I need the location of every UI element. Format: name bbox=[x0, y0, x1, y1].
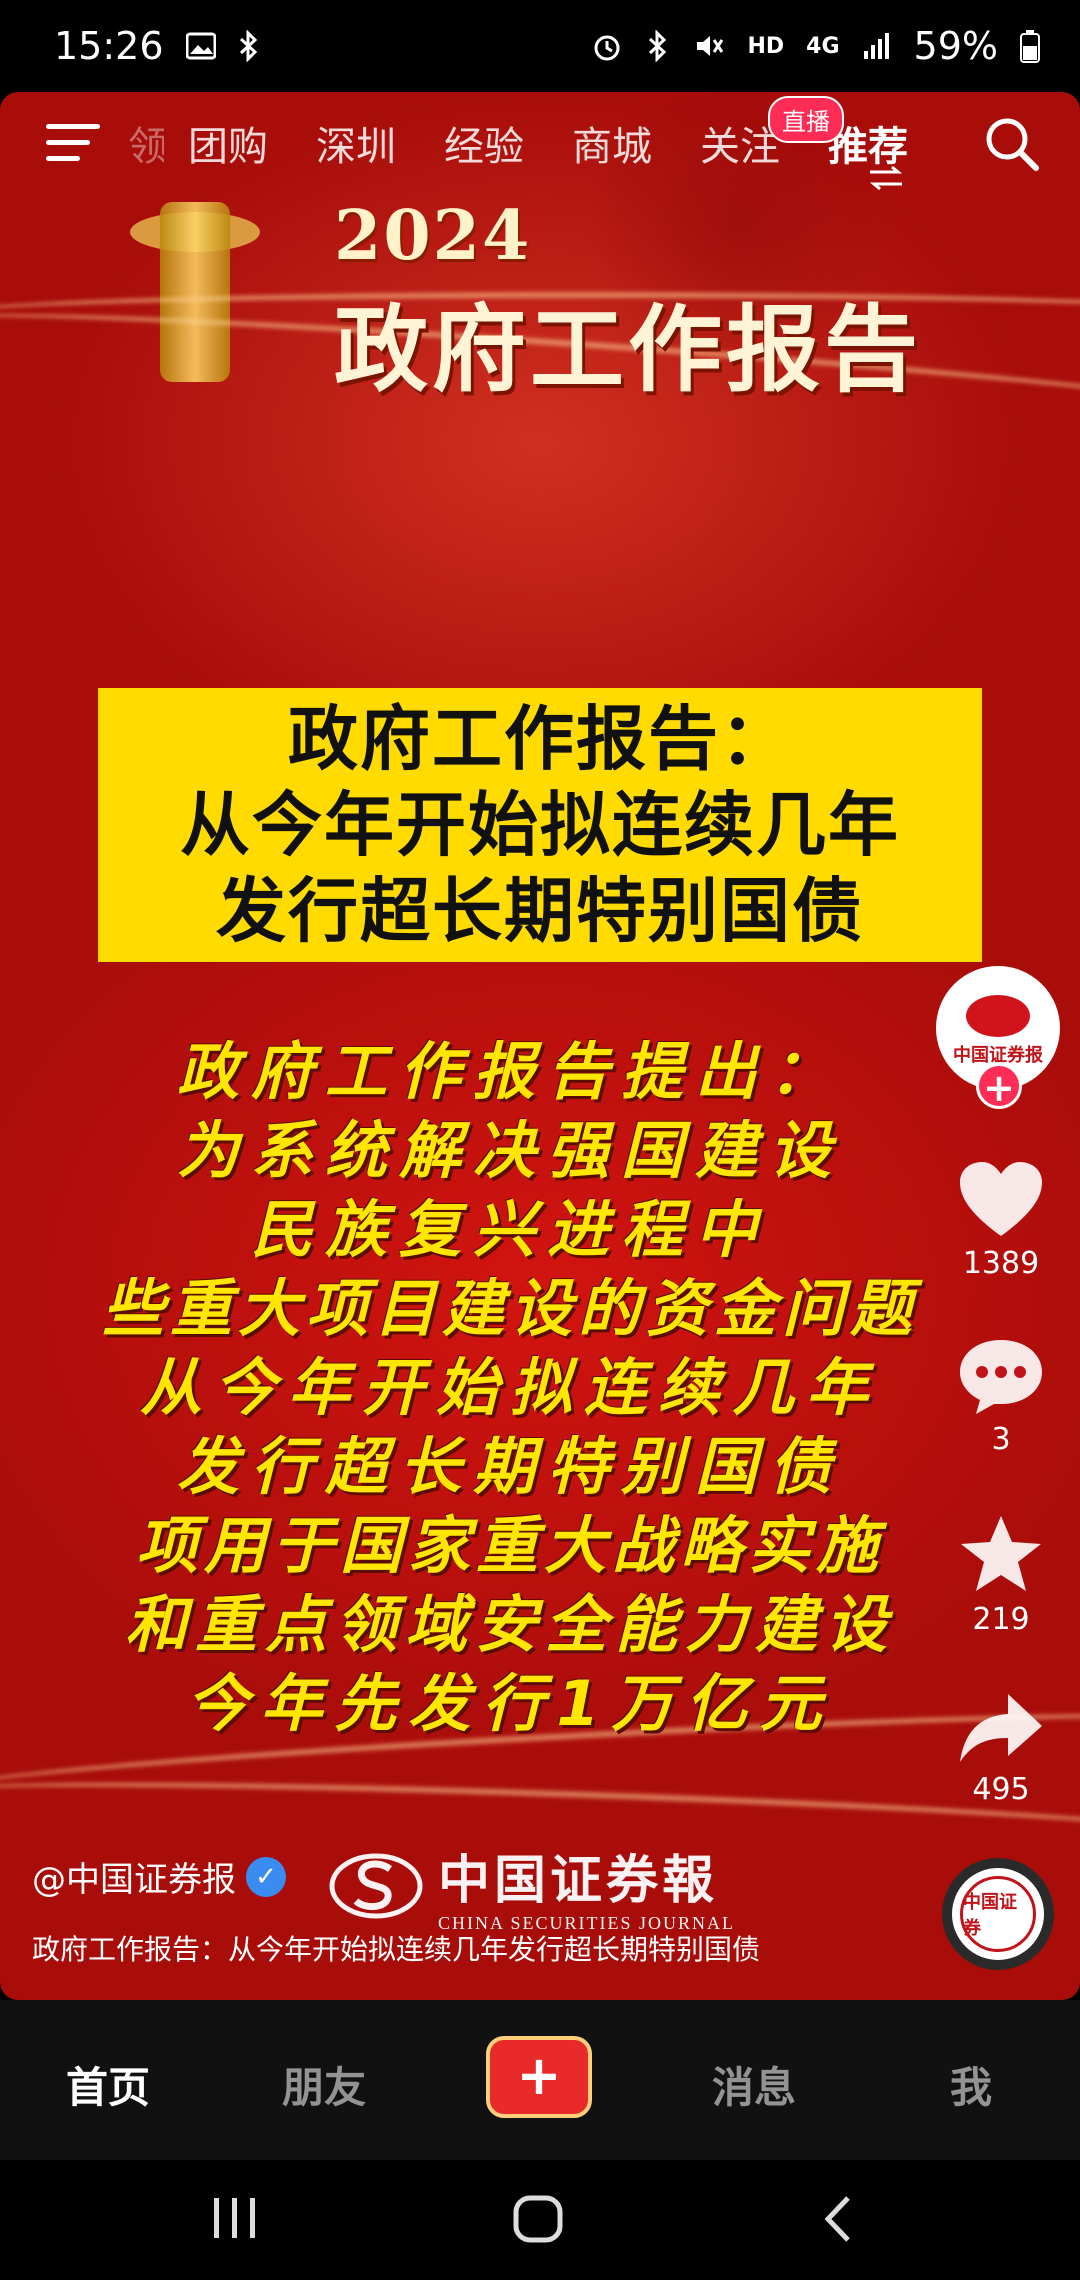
tab-shenzhen[interactable]: 深圳 bbox=[292, 114, 420, 172]
headline-box: 政府工作报告： 从今年开始拟连续几年 发行超长期特别国债 bbox=[98, 688, 982, 962]
comment-icon bbox=[960, 1340, 1042, 1414]
post-caption[interactable]: 政府工作报告：从今年开始拟连续几年发行超长期特别国债 bbox=[32, 1928, 760, 1968]
like-button[interactable]: 1389 bbox=[940, 1160, 1062, 1281]
comment-button[interactable]: 3 bbox=[940, 1336, 1062, 1457]
share-button[interactable]: 495 bbox=[940, 1688, 1062, 1807]
author-name[interactable]: @中国证券报 ✓ bbox=[32, 1852, 286, 1901]
body-line: 从今年开始拟连续几年 bbox=[139, 1351, 880, 1424]
brand-mark-icon bbox=[966, 995, 1030, 1037]
system-nav-bar bbox=[0, 2160, 1080, 2280]
alarm-icon bbox=[591, 30, 623, 62]
back-icon[interactable] bbox=[820, 2194, 856, 2244]
favorite-count: 219 bbox=[972, 1602, 1030, 1637]
top-nav: 领 团购 深圳 经验 商城 关注 推荐 bbox=[0, 92, 1080, 202]
verified-icon: ✓ bbox=[246, 1856, 286, 1897]
music-disc-label: 中国证券 bbox=[960, 1876, 1036, 1952]
body-line: 些重大项目建设的资金问题 bbox=[101, 1272, 918, 1345]
heart-icon bbox=[960, 1162, 1042, 1236]
body-line: 今年先发行1万亿元 bbox=[186, 1667, 834, 1740]
bottom-nav: 首页 朋友 + 消息 我 bbox=[0, 2000, 1080, 2160]
brand-watermark: 中国证券報 CHINA SECURITIES JOURNAL bbox=[328, 1838, 735, 1934]
headline-line: 发行超长期特别国债 bbox=[216, 870, 864, 952]
author-handle[interactable]: @中国证券报 bbox=[32, 1852, 236, 1901]
nav-messages[interactable]: 消息 bbox=[712, 2054, 796, 2115]
network-label: 4G bbox=[806, 33, 840, 59]
headline-line: 从今年开始拟连续几年 bbox=[180, 784, 900, 866]
tab-partial[interactable]: 领 bbox=[128, 114, 164, 172]
follow-button[interactable]: + bbox=[976, 1063, 1022, 1110]
video-player[interactable]: 2024 政府工作报告 政府工作报告： 从今年开始拟连续几年 发行超长期特别国债… bbox=[0, 92, 1080, 2000]
brand-name-cn: 中国证券報 bbox=[438, 1850, 719, 1911]
body-line: 政府工作报告提出： bbox=[176, 1035, 843, 1108]
bluetooth-icon bbox=[238, 30, 260, 62]
tab-group-buy[interactable]: 团购 bbox=[164, 114, 292, 172]
body-line: 民族复兴进程中 bbox=[250, 1193, 769, 1266]
mute-icon bbox=[693, 30, 725, 62]
headline-line: 政府工作报告： bbox=[288, 698, 792, 780]
share-count: 495 bbox=[972, 1772, 1030, 1807]
star-icon bbox=[961, 1516, 1041, 1591]
battery-icon bbox=[1020, 29, 1040, 63]
nav-me[interactable]: 我 bbox=[950, 2054, 992, 2115]
video-year: 2024 bbox=[334, 196, 532, 276]
status-bar: 15:26 HD 4G 59% bbox=[0, 0, 1080, 92]
body-line: 发行超长期特别国债 bbox=[176, 1430, 843, 1503]
battery-level: 59% bbox=[913, 24, 998, 68]
create-button[interactable]: + bbox=[486, 2036, 592, 2118]
video-body-text: 政府工作报告提出： 为系统解决强国建设 民族复兴进程中 些重大项目建设的资金问题… bbox=[0, 1032, 1020, 1743]
gallery-icon bbox=[185, 32, 216, 60]
nav-friends[interactable]: 朋友 bbox=[282, 2054, 366, 2115]
recent-apps-icon[interactable] bbox=[210, 2196, 260, 2240]
tab-mall[interactable]: 商城 bbox=[548, 114, 676, 172]
comment-count: 3 bbox=[991, 1422, 1011, 1457]
body-line: 为系统解决强国建设 bbox=[176, 1114, 843, 1187]
favorite-button[interactable]: 219 bbox=[940, 1512, 1062, 1637]
bluetooth-icon bbox=[645, 30, 671, 62]
live-badge[interactable]: 直播 bbox=[768, 96, 844, 143]
music-disc[interactable]: 中国证券 bbox=[942, 1858, 1054, 1970]
brand-logo-icon bbox=[329, 1853, 423, 1919]
body-line: 和重点领域安全能力建设 bbox=[124, 1588, 895, 1661]
home-icon[interactable] bbox=[512, 2194, 564, 2244]
menu-icon[interactable] bbox=[46, 120, 100, 166]
signal-icon bbox=[862, 31, 892, 61]
hd-label: HD bbox=[747, 33, 785, 59]
share-icon bbox=[960, 1694, 1042, 1762]
like-count: 1389 bbox=[962, 1246, 1040, 1281]
nav-home[interactable]: 首页 bbox=[66, 2054, 150, 2115]
body-line: 项用于国家重大战略实施 bbox=[135, 1509, 884, 1582]
status-time: 15:26 bbox=[54, 24, 164, 68]
switch-icon[interactable] bbox=[866, 164, 906, 200]
tab-experience[interactable]: 经验 bbox=[420, 114, 548, 172]
video-main-title: 政府工作报告 bbox=[334, 295, 923, 405]
search-icon[interactable] bbox=[982, 114, 1042, 174]
